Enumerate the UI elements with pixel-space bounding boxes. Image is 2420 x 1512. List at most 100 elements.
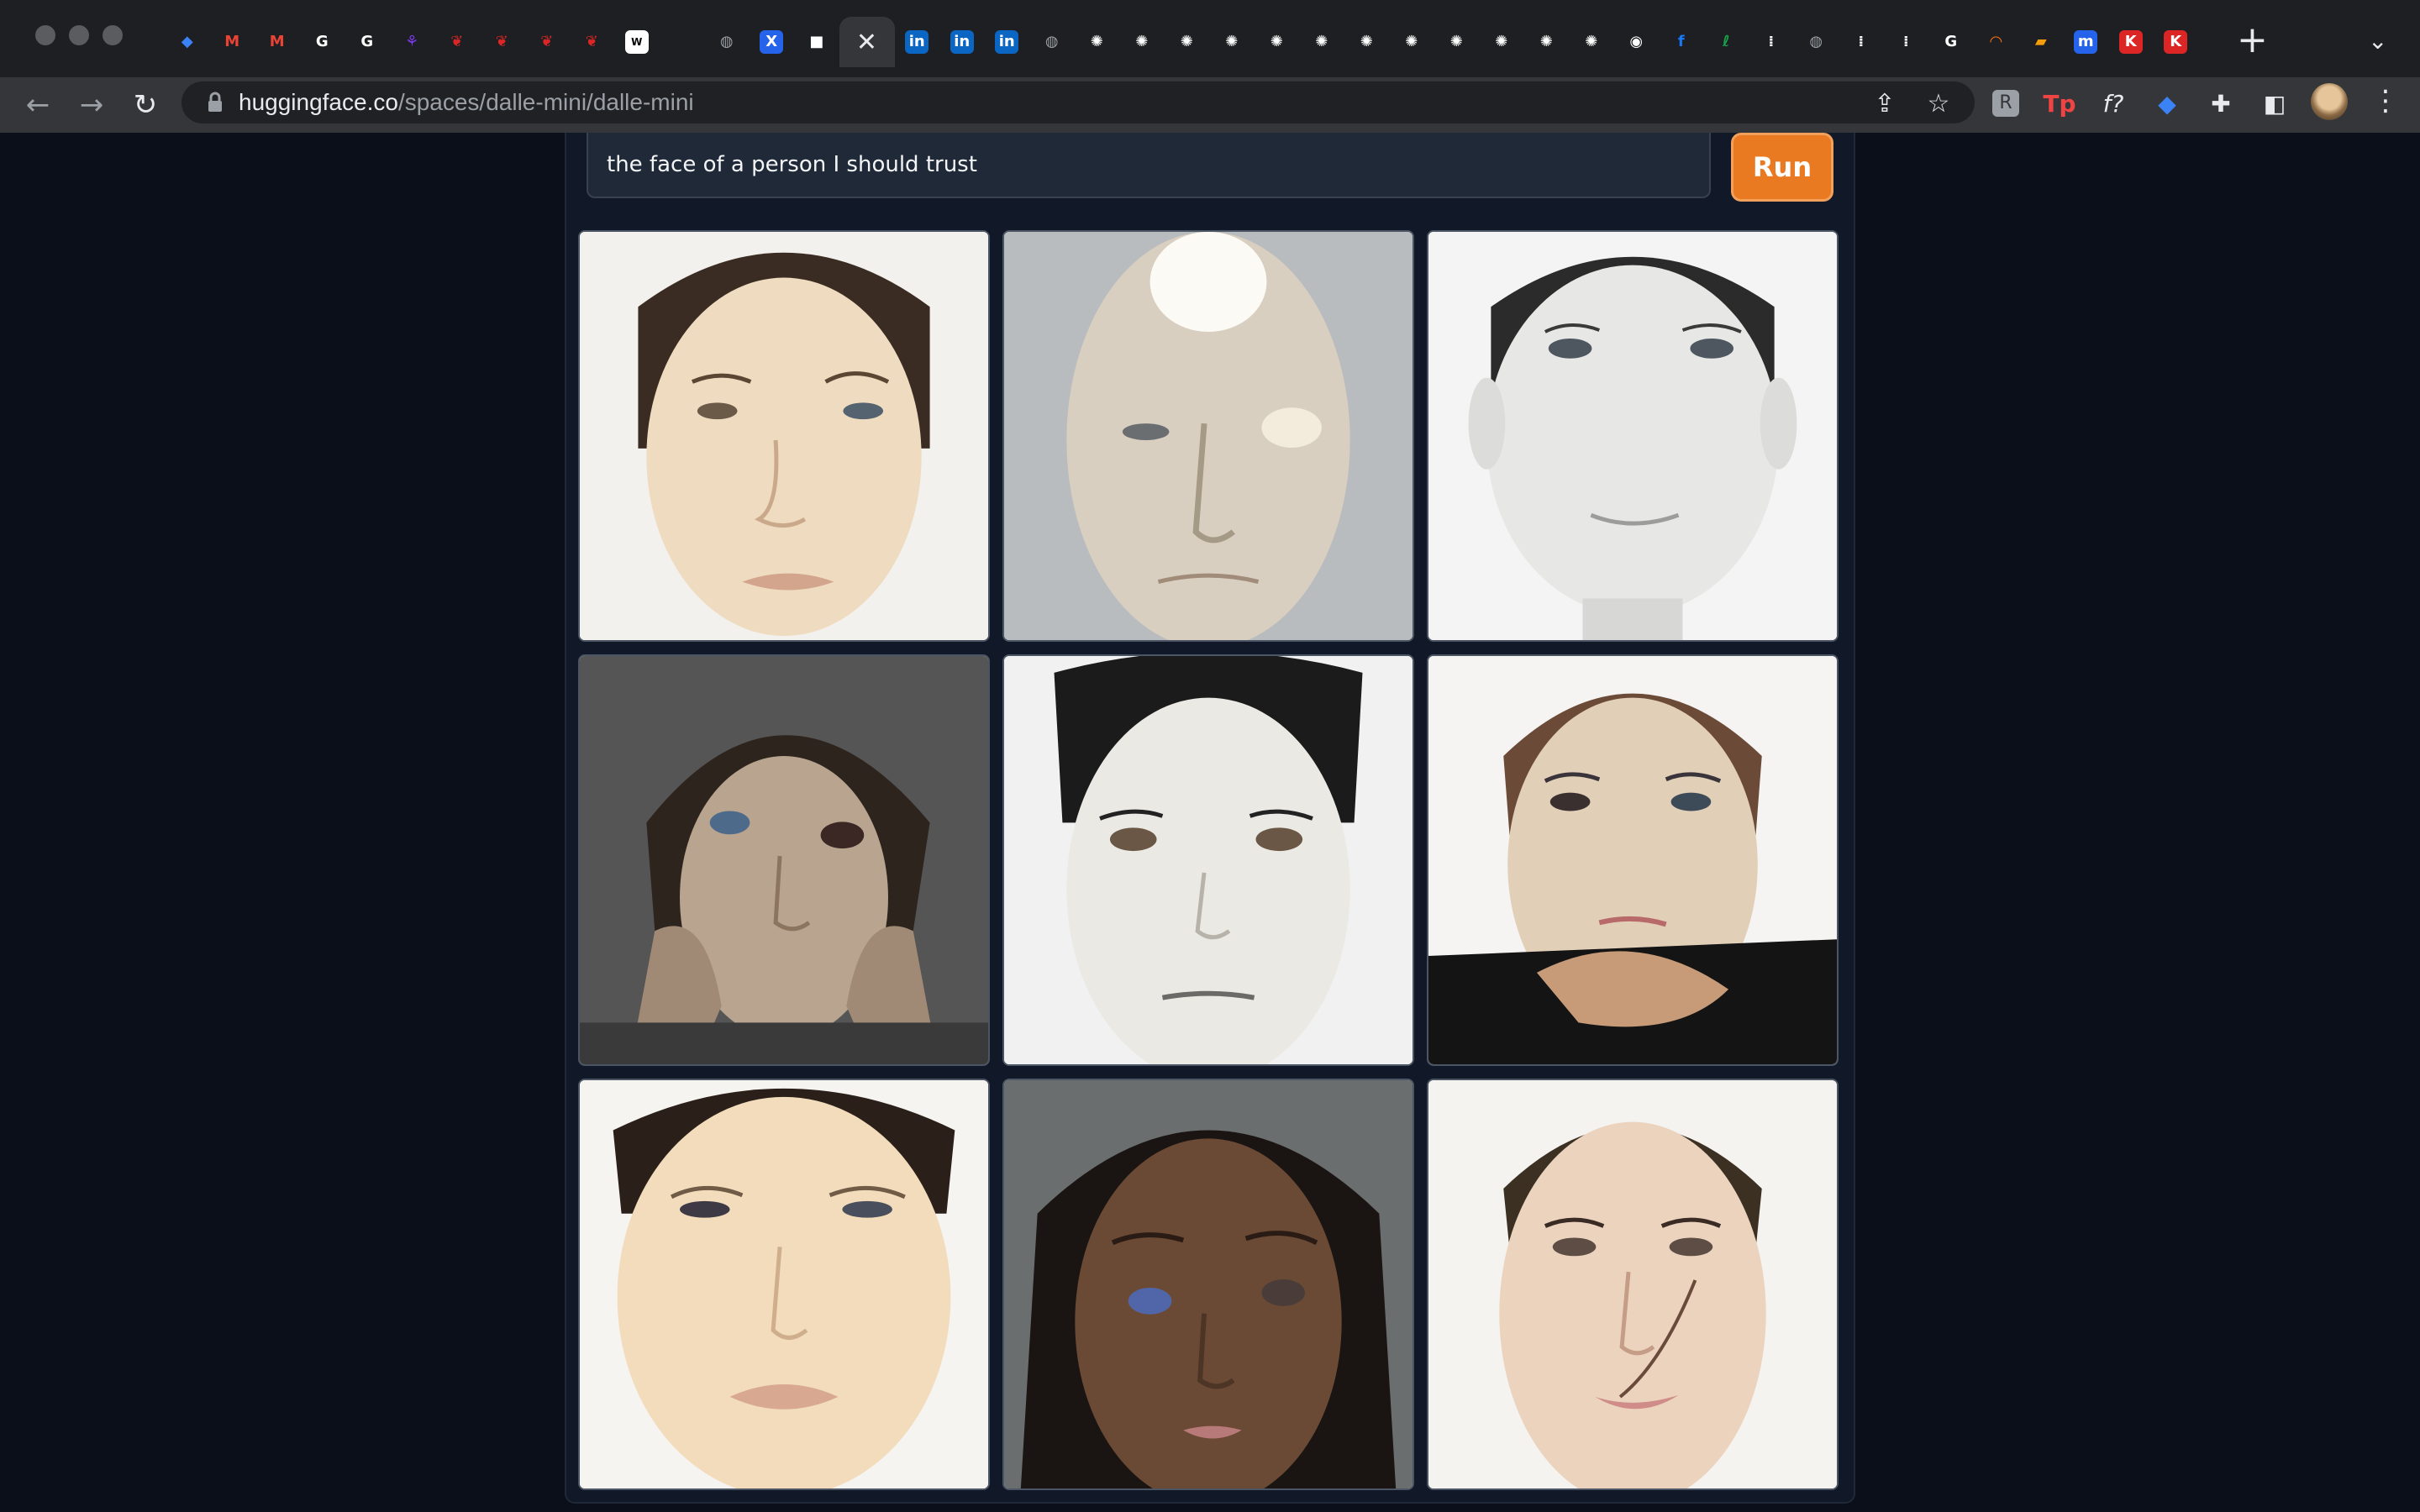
gear-icon: ✺: [1135, 33, 1149, 50]
share-icon[interactable]: ⇪: [1865, 84, 1904, 123]
browser-tab[interactable]: ▰: [2018, 17, 2064, 67]
lock-icon[interactable]: [202, 89, 229, 116]
browser-tab[interactable]: in: [895, 17, 940, 67]
close-icon[interactable]: ✕: [856, 28, 877, 57]
generated-image-7[interactable]: [578, 1079, 990, 1490]
browser-tab[interactable]: ❦: [434, 17, 480, 67]
google-icon: G: [315, 33, 329, 50]
linkedin-icon: in: [950, 30, 974, 54]
browser-tab[interactable]: in: [939, 17, 985, 67]
browser-tab[interactable]: W: [614, 17, 660, 67]
browser-tab[interactable]: [660, 17, 705, 67]
browser-tab[interactable]: ✺: [1434, 17, 1480, 67]
browser-tab[interactable]: ⁞: [1884, 17, 1929, 67]
generated-image-8[interactable]: [1002, 1079, 1414, 1490]
browser-tab[interactable]: ◍: [1029, 17, 1075, 67]
browser-tab[interactable]: m: [2064, 17, 2109, 67]
browser-tab[interactable]: ✺: [1479, 17, 1524, 67]
browser-tab[interactable]: K: [2154, 17, 2199, 67]
browser-tab[interactable]: ■: [794, 17, 839, 67]
browser-tab[interactable]: in: [985, 17, 1030, 67]
gear-icon: ✺: [1270, 33, 1283, 50]
browser-tab[interactable]: G: [1928, 17, 1974, 67]
browser-tab[interactable]: M: [210, 17, 255, 67]
browser-tab[interactable]: K: [2108, 17, 2154, 67]
face-image-5: [1004, 656, 1413, 1064]
red-pin-icon: ❦: [585, 33, 598, 50]
browser-tab[interactable]: ✺: [1075, 17, 1120, 67]
browser-tab[interactable]: f: [1659, 17, 1704, 67]
browser-tab[interactable]: ✺: [1389, 17, 1434, 67]
browser-tab[interactable]: ✺: [1344, 17, 1390, 67]
diamond-icon: ◆: [181, 33, 193, 50]
browser-tab[interactable]: ◍: [704, 17, 750, 67]
menu-kebab-icon[interactable]: ⋮: [2371, 84, 2400, 118]
face-image-9: [1428, 1080, 1837, 1488]
extension-fx-icon[interactable]: f?: [2094, 84, 2133, 123]
browser-tab[interactable]: ✺: [1524, 17, 1570, 67]
generated-image-1[interactable]: [578, 230, 990, 642]
orange-arc-icon: ◠: [1990, 33, 2002, 50]
browser-tab[interactable]: ✕: [839, 17, 895, 67]
generated-image-6[interactable]: [1427, 654, 1839, 1066]
back-button[interactable]: ←: [17, 84, 59, 126]
browser-tab[interactable]: G: [300, 17, 345, 67]
generated-image-3[interactable]: [1427, 230, 1839, 642]
wix-icon: W: [624, 30, 649, 54]
browser-tab[interactable]: ❦: [524, 17, 570, 67]
gear-icon: ✺: [1539, 33, 1553, 50]
maximize-window-icon[interactable]: [103, 25, 123, 45]
browser-tab[interactable]: ◆: [165, 17, 210, 67]
google-icon: G: [1944, 33, 1958, 50]
browser-tab[interactable]: M: [255, 17, 300, 67]
prompt-input[interactable]: the face of a person I should trust: [587, 133, 1711, 198]
green-app-icon: ℓ: [1723, 33, 1730, 50]
generated-image-9[interactable]: [1427, 1079, 1839, 1490]
generated-image-5[interactable]: [1002, 654, 1414, 1066]
browser-tab[interactable]: ⁞: [1749, 17, 1794, 67]
browser-tab[interactable]: ◠: [1974, 17, 2019, 67]
browser-tab[interactable]: ✺: [1119, 17, 1165, 67]
new-tab-button[interactable]: +: [2237, 22, 2268, 59]
dots-app-icon: ⁞: [1858, 33, 1865, 50]
url-text[interactable]: huggingface.co/spaces/dalle-mini/dalle-m…: [239, 86, 694, 119]
bookmark-star-icon[interactable]: ☆: [1919, 84, 1958, 123]
browser-tab[interactable]: ⁞: [1839, 17, 1884, 67]
face-image-4: [580, 656, 988, 1064]
browser-tab[interactable]: ⚘: [390, 17, 435, 67]
extension-tp-icon[interactable]: Tp: [2040, 84, 2079, 123]
browser-tab[interactable]: ✺: [1255, 17, 1300, 67]
run-button[interactable]: Run: [1731, 133, 1833, 202]
generated-image-2[interactable]: [1002, 230, 1414, 642]
browser-tab[interactable]: ◍: [1794, 17, 1839, 67]
extension-r-icon[interactable]: R: [1986, 84, 2025, 123]
gear-icon: ✺: [1495, 33, 1508, 50]
linkedin-icon: in: [905, 30, 929, 54]
browser-tab[interactable]: ❦: [480, 17, 525, 67]
browser-tab[interactable]: ❦: [570, 17, 615, 67]
profile-avatar[interactable]: [2311, 83, 2348, 120]
browser-tab[interactable]: ℓ: [1704, 17, 1749, 67]
forward-button[interactable]: →: [71, 84, 113, 126]
extension-diamond-icon[interactable]: ◆: [2148, 84, 2186, 123]
minimize-window-icon[interactable]: [69, 25, 89, 45]
close-window-icon[interactable]: [35, 25, 55, 45]
browser-tab[interactable]: G: [345, 17, 390, 67]
extensions-puzzle-icon[interactable]: ✚: [2202, 84, 2240, 123]
browser-tab[interactable]: ✺: [1569, 17, 1614, 67]
reload-button[interactable]: ↻: [124, 84, 166, 126]
gear-icon: ✺: [1315, 33, 1328, 50]
generated-image-4[interactable]: [578, 654, 990, 1066]
image-gallery: [578, 230, 1842, 1494]
browser-tab[interactable]: ✺: [1299, 17, 1344, 67]
facebook-icon: f: [1677, 33, 1685, 50]
tab-search-chevron-icon[interactable]: ⌄: [2368, 27, 2387, 55]
blank-icon: [670, 30, 693, 54]
browser-tab[interactable]: ✺: [1209, 17, 1255, 67]
red-pin-icon: ❦: [450, 33, 464, 50]
browser-tab[interactable]: ◉: [1614, 17, 1660, 67]
side-panel-icon[interactable]: ◧: [2255, 84, 2294, 123]
browser-tab[interactable]: X: [750, 17, 795, 67]
browser-tab[interactable]: ✺: [1165, 17, 1210, 67]
red-pin-icon: ❦: [495, 33, 508, 50]
